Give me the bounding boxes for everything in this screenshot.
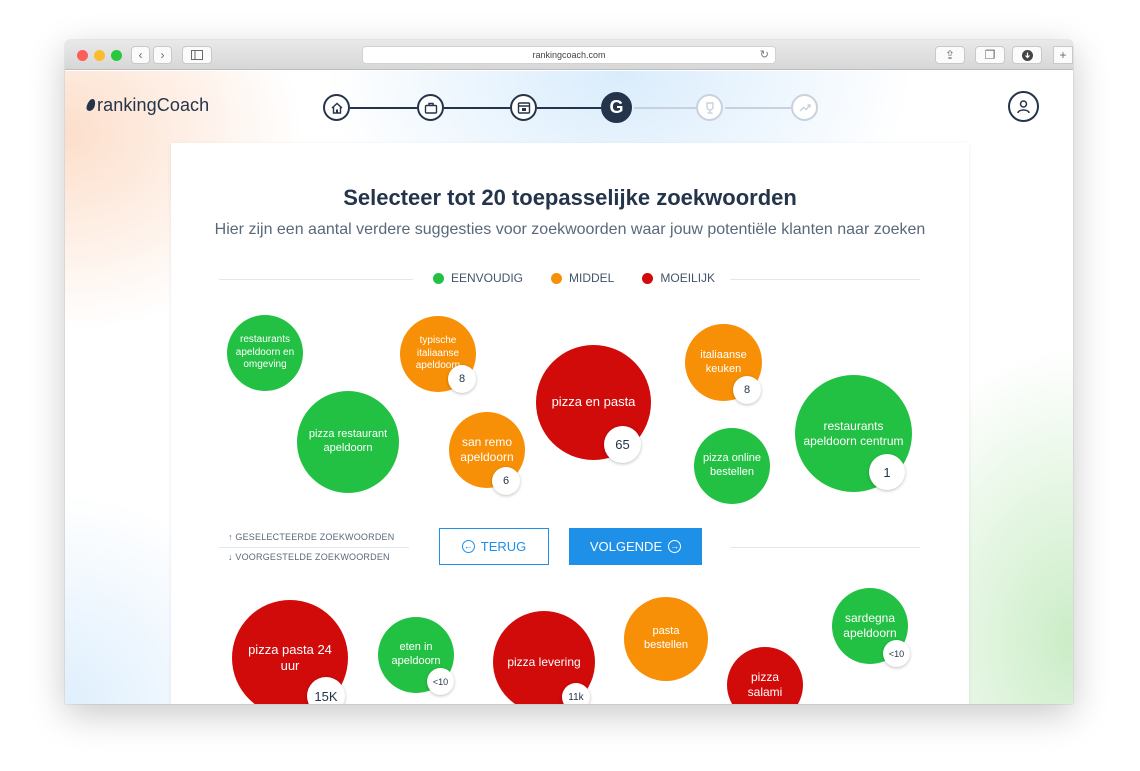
new-tab-icon[interactable]: + — [1053, 46, 1073, 64]
forward-nav-icon[interactable]: › — [153, 46, 172, 64]
step-connector — [725, 107, 791, 109]
step-connector — [634, 107, 698, 109]
legend-hard: MOEILIJK — [642, 271, 715, 285]
storefront-icon — [517, 101, 530, 114]
trophy-icon — [705, 101, 714, 114]
minimize-window-button[interactable] — [94, 50, 105, 61]
step-connector — [444, 107, 510, 109]
search-volume-badge: 65 — [604, 426, 641, 463]
back-button[interactable]: ← TERUG — [439, 528, 549, 565]
browser-toolbar: ‹ › rankingcoach.com ↻ ⇪ ❐ + — [65, 40, 1073, 70]
logo-text: rankingCoach — [97, 95, 210, 115]
zoom-window-button[interactable] — [111, 50, 122, 61]
step-business[interactable] — [417, 94, 444, 121]
sidebar-toggle-icon[interactable] — [182, 46, 212, 64]
step-location[interactable] — [510, 94, 537, 121]
legend-divider — [730, 279, 920, 280]
back-button-label: TERUG — [480, 539, 527, 554]
keyword-label: san remo apeldoorn — [460, 435, 514, 464]
search-volume-badge: <10 — [883, 640, 910, 667]
step-google-keywords[interactable]: G — [601, 92, 632, 123]
search-volume-badge: <10 — [427, 668, 454, 695]
keyword-label: eten in apeldoorn — [391, 641, 441, 667]
difficulty-legend: EENVOUDIG MIDDEL MOEILIJK — [433, 271, 715, 285]
next-button[interactable]: VOLGENDE → — [569, 528, 702, 565]
progress-stepper: G — [323, 92, 823, 123]
step-connector — [350, 107, 417, 109]
user-icon — [1017, 100, 1030, 114]
download-icon[interactable] — [1012, 46, 1042, 64]
browser-window: ‹ › rankingcoach.com ↻ ⇪ ❐ + rankingCoac… — [65, 40, 1073, 704]
legend-hard-label: MOEILIJK — [660, 271, 716, 285]
keyword-bubble-selected[interactable]: pizza online bestellen — [694, 428, 770, 504]
search-volume-badge: 1 — [869, 454, 905, 490]
search-volume-badge: 11k — [562, 683, 590, 704]
suggested-section-label: ↓ VOORGESTELDE ZOEKWOORDEN — [228, 552, 390, 562]
selected-section-label: ↑ GESELECTEERDE ZOEKWOORDEN — [228, 532, 395, 542]
share-icon[interactable]: ⇪ — [935, 46, 965, 64]
keyword-label: pizza en pasta — [551, 394, 636, 410]
legend-medium-label: MIDDEL — [569, 271, 615, 285]
arrow-left-icon: ← — [461, 540, 475, 553]
keyword-label: pizza pasta 24 uur — [248, 641, 332, 673]
logo-drop-icon — [85, 99, 97, 111]
page-subtitle: Hier zijn een aantal verdere suggesties … — [214, 221, 926, 238]
briefcase-icon — [424, 102, 437, 114]
keyword-bubble-selected[interactable]: pizza restaurant apeldoorn — [297, 391, 399, 493]
reload-icon[interactable]: ↻ — [760, 47, 769, 63]
easy-dot-icon — [433, 272, 444, 284]
legend-medium: MIDDEL — [551, 271, 614, 285]
step-competitors[interactable] — [696, 94, 723, 121]
keyword-label: pizza online bestellen — [702, 452, 762, 478]
legend-easy-label: EENVOUDIG — [451, 271, 524, 285]
page-title: Selecteer tot 20 toepasselijke zoekwoord… — [343, 185, 797, 210]
keyword-label: restaurants apeldoorn en omgeving — [235, 334, 295, 371]
keyword-label: sardegna apeldoorn — [843, 611, 897, 640]
trend-icon — [799, 103, 811, 111]
page: rankingCoach G Selecteer tot 20 toepasse… — [65, 71, 1073, 704]
arrow-right-icon: → — [668, 540, 682, 553]
keyword-label: pasta bestellen — [643, 625, 689, 651]
search-volume-badge: 8 — [733, 376, 761, 404]
search-volume-badge: 8 — [448, 365, 476, 393]
tabs-icon[interactable]: ❐ — [975, 46, 1005, 64]
legend-easy: EENVOUDIG — [433, 271, 523, 285]
keyword-label: pizza levering — [507, 654, 581, 669]
keyword-label: restaurants apeldoorn centrum — [803, 418, 904, 448]
address-url: rankingcoach.com — [532, 50, 606, 60]
section-divider — [730, 547, 920, 548]
keyword-card: Selecteer tot 20 toepasselijke zoekwoord… — [171, 143, 969, 704]
logo[interactable]: rankingCoach — [85, 95, 210, 116]
keyword-bubble-suggested[interactable]: pizza salami — [727, 647, 803, 704]
close-window-button[interactable] — [77, 50, 88, 61]
section-divider — [219, 547, 409, 548]
step-results[interactable] — [791, 94, 818, 121]
next-button-label: VOLGENDE — [589, 539, 663, 554]
keyword-bubble-selected[interactable]: restaurants apeldoorn en omgeving — [227, 315, 303, 391]
google-icon: G — [609, 97, 624, 117]
user-profile-button[interactable] — [1008, 91, 1039, 122]
home-icon — [331, 102, 342, 114]
keyword-bubble-suggested[interactable]: pasta bestellen — [624, 597, 708, 681]
back-nav-icon[interactable]: ‹ — [131, 46, 150, 64]
medium-dot-icon — [551, 272, 563, 284]
keyword-label: pizza salami — [747, 670, 783, 699]
keyword-label: pizza restaurant apeldoorn — [308, 428, 388, 454]
step-connector — [537, 107, 603, 109]
address-bar[interactable]: rankingcoach.com ↻ — [362, 46, 776, 64]
legend-divider — [219, 279, 413, 280]
search-volume-badge: 6 — [492, 467, 520, 495]
keyword-label: italiaanse keuken — [700, 348, 747, 375]
hard-dot-icon — [642, 272, 654, 284]
step-home[interactable] — [323, 94, 350, 121]
